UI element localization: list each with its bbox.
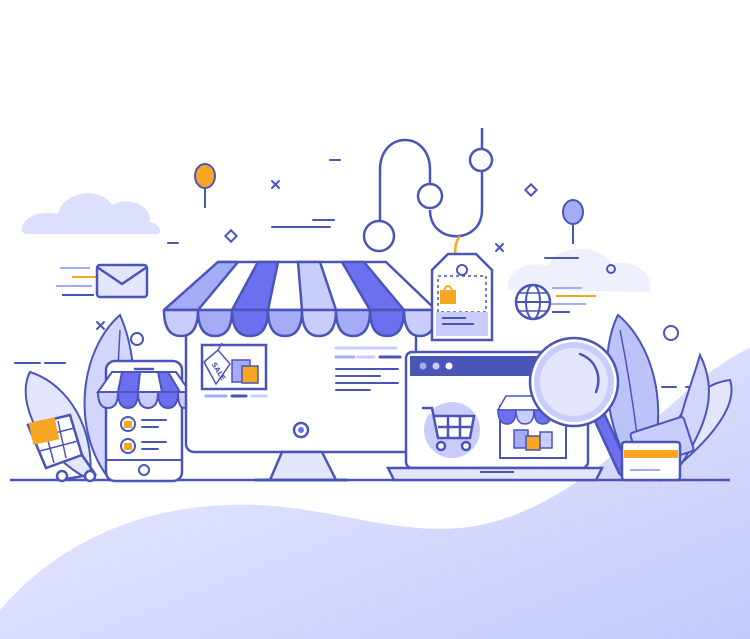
online-shopping-illustration: SALE — [0, 128, 750, 639]
price-tag-icon — [430, 235, 494, 342]
awning-icon — [96, 371, 192, 410]
cable-decoration — [362, 128, 494, 253]
balloon-icon — [562, 199, 584, 244]
cloud-icon — [21, 193, 160, 234]
envelope-icon — [56, 263, 149, 299]
balloon-icon — [194, 163, 216, 208]
storefront-icon: SALE — [162, 260, 438, 482]
smartphone-icon — [96, 359, 192, 483]
awning-icon — [162, 260, 438, 338]
